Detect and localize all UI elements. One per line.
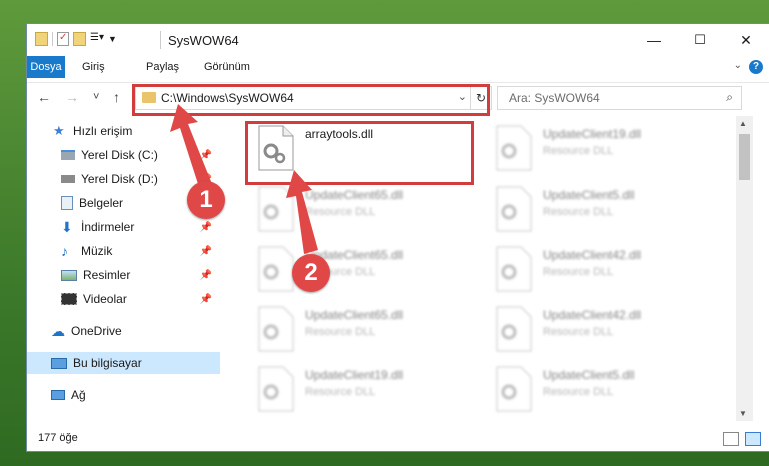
step-badge-2: 2 xyxy=(292,254,330,292)
arrow-2 xyxy=(286,170,318,254)
step-badge-1: 1 xyxy=(187,181,225,219)
annotation-arrows xyxy=(170,104,318,254)
arrow-1 xyxy=(170,104,212,184)
